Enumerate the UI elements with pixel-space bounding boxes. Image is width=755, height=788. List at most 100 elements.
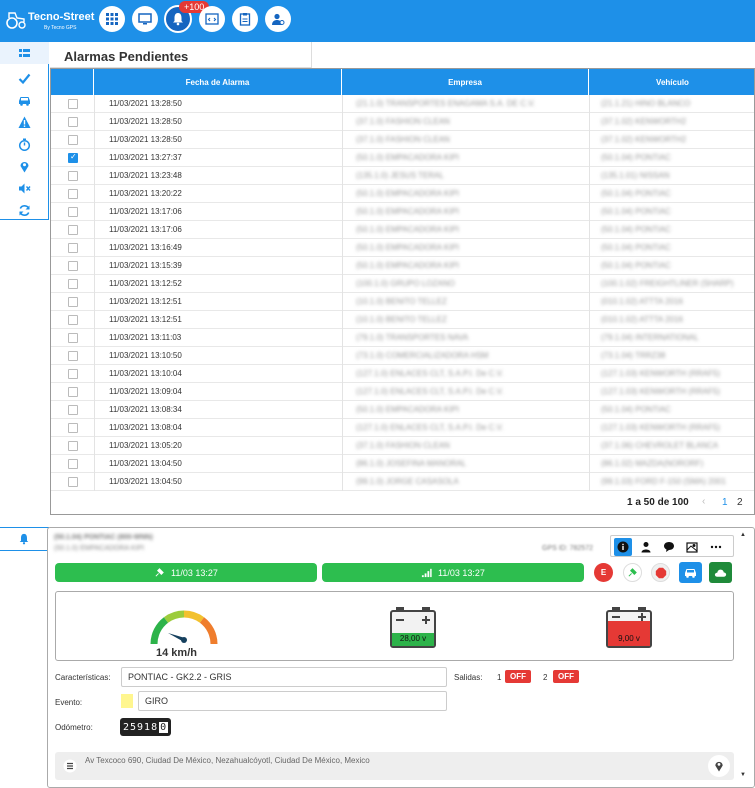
more-options-button[interactable] (707, 538, 725, 556)
table-row[interactable]: 11/03/2021 13:04:50 (86.1.0) JOSEFINA MAN… (51, 455, 754, 473)
vehicle-button[interactable] (679, 562, 702, 583)
row-checkbox[interactable] (68, 477, 78, 487)
table-row[interactable]: 11/03/2021 13:27:37 (50.1.0) EMPACADORA K… (51, 149, 754, 167)
list-view-button[interactable] (0, 42, 49, 64)
refresh-button[interactable] (14, 202, 34, 218)
prev-page-button[interactable]: ‹ (702, 496, 705, 507)
row-checkbox[interactable] (68, 297, 78, 307)
vehiculo-cell: (50.1.04) PONTIAC (601, 243, 671, 252)
driver-button[interactable] (637, 538, 655, 556)
clipboard-button[interactable] (232, 6, 258, 32)
cloud-sync-button[interactable] (709, 562, 732, 583)
table-row[interactable]: 11/03/2021 13:10:04 (127.1.0) ENLACES CLT… (51, 365, 754, 383)
table-row[interactable]: 11/03/2021 13:28:50 (37.1.0) FASHION CLEA… (51, 113, 754, 131)
table-row[interactable]: 11/03/2021 13:05:20 (37.1.0) FASHION CLEA… (51, 437, 754, 455)
app-logo[interactable]: Tecno-Street By Tecno GPS (6, 8, 94, 34)
table-row[interactable]: 11/03/2021 13:10:50 (73.1.0) COMERCIALIZA… (51, 347, 754, 365)
row-checkbox[interactable] (68, 369, 78, 379)
salida-2-toggle[interactable]: OFF (553, 670, 579, 683)
stopwatch-icon (18, 138, 30, 151)
column-header-vehiculo[interactable]: Vehículo (589, 69, 754, 95)
empresa-cell: (50.1.0) EMPACADORA KIPI (356, 243, 459, 252)
row-checkbox[interactable] (68, 171, 78, 181)
user-settings-button[interactable] (265, 6, 291, 32)
map-button[interactable] (683, 538, 701, 556)
detail-scrollbar[interactable]: ▲ ▼ (738, 532, 748, 782)
monitor-button[interactable] (132, 6, 158, 32)
row-checkbox[interactable] (68, 135, 78, 145)
check-icon (18, 73, 30, 84)
table-row[interactable]: 11/03/2021 13:20:22 (50.1.0) EMPACADORA K… (51, 185, 754, 203)
scroll-up-arrow[interactable]: ▲ (740, 532, 746, 538)
table-row[interactable]: 11/03/2021 13:16:49 (50.1.0) EMPACADORA K… (51, 239, 754, 257)
row-checkbox[interactable] (68, 333, 78, 343)
locate-on-map-button[interactable] (708, 755, 730, 777)
row-checkbox[interactable] (68, 387, 78, 397)
table-row[interactable]: 11/03/2021 13:09:04 (127.1.0) ENLACES CLT… (51, 383, 754, 401)
engine-e-icon: E (600, 568, 607, 577)
row-checkbox[interactable] (68, 351, 78, 361)
alarm-date-cell: 11/03/2021 13:04:50 (109, 477, 182, 486)
page-2-button[interactable]: 2 (737, 497, 743, 508)
row-checkbox[interactable] (68, 117, 78, 127)
table-row[interactable]: 11/03/2021 13:11:03 (79.1.0) TRANSPORTES … (51, 329, 754, 347)
empresa-cell: (50.1.0) EMPACADORA KIPI (356, 189, 459, 198)
table-row[interactable]: 11/03/2021 13:08:04 (127.1.0) ENLACES CLT… (51, 419, 754, 437)
table-row[interactable]: 11/03/2021 13:12:51 (10.1.0) BENITO TELLE… (51, 293, 754, 311)
messages-button[interactable] (660, 538, 678, 556)
row-checkbox[interactable] (68, 207, 78, 217)
filter-warning-button[interactable] (14, 114, 34, 130)
engine-status-button[interactable]: E (594, 563, 613, 582)
row-checkbox[interactable] (68, 405, 78, 415)
scroll-down-arrow[interactable]: ▼ (740, 772, 746, 778)
table-row[interactable]: 11/03/2021 13:12:52 (100.1.0) GRUPO LOZAN… (51, 275, 754, 293)
page-1-button[interactable]: 1 (722, 497, 728, 508)
code-window-button[interactable] (199, 6, 225, 32)
row-checkbox[interactable] (68, 459, 78, 469)
table-row[interactable]: 11/03/2021 13:28:50 (37.1.0) FASHION CLEA… (51, 131, 754, 149)
row-checkbox[interactable] (68, 189, 78, 199)
mute-button[interactable] (14, 180, 34, 196)
filter-time-button[interactable] (14, 136, 34, 152)
filter-location-button[interactable] (14, 158, 34, 174)
car-icon (685, 569, 696, 578)
vehiculo-cell: (21.1.21) HINO BLANCO (601, 99, 691, 108)
row-checkbox[interactable] (68, 279, 78, 289)
row-checkbox[interactable] (68, 243, 78, 253)
table-row[interactable]: 11/03/2021 13:04:50 (99.1.0) JORGE CASASO… (51, 473, 754, 491)
battery-backup-voltage: 9,00 v (618, 634, 640, 643)
row-checkbox[interactable] (68, 261, 78, 271)
table-row[interactable]: 11/03/2021 13:12:51 (10.1.0) BENITO TELLE… (51, 311, 754, 329)
evento-label: Evento: (55, 698, 83, 707)
table-row[interactable]: 11/03/2021 13:08:34 (50.1.0) EMPACADORA K… (51, 401, 754, 419)
table-row[interactable]: 11/03/2021 13:17:06 (50.1.0) EMPACADORA K… (51, 221, 754, 239)
table-row[interactable]: 11/03/2021 13:23:48 (135.1.0) JESUS TERAL… (51, 167, 754, 185)
salidas-label: Salidas: (454, 673, 483, 682)
pagination-info: 1 a 50 de 100 (627, 497, 689, 508)
stop-engine-button[interactable] (651, 563, 670, 582)
gps-antenna-button[interactable] (623, 563, 642, 582)
row-checkbox[interactable] (68, 441, 78, 451)
clipboard-icon (239, 13, 251, 26)
row-checkbox[interactable] (68, 152, 78, 163)
alarm-date-cell: 11/03/2021 13:12:51 (109, 297, 182, 306)
alarm-date-cell: 11/03/2021 13:17:06 (109, 225, 182, 234)
filter-attended-button[interactable] (14, 70, 34, 86)
list-icon (19, 48, 30, 57)
filter-vehicle-button[interactable] (14, 92, 34, 108)
vehiculo-cell: (135.1.01) NISSAN (601, 171, 670, 180)
gps-time: 11/03 13:27 (171, 567, 218, 578)
table-row[interactable]: 11/03/2021 13:15:39 (50.1.0) EMPACADORA K… (51, 257, 754, 275)
row-checkbox[interactable] (68, 225, 78, 235)
column-header-fecha[interactable]: Fecha de Alarma (94, 69, 342, 95)
column-header-empresa[interactable]: Empresa (342, 69, 589, 95)
table-row[interactable]: 11/03/2021 13:28:50 (21.1.0) TRANSPORTES … (51, 95, 754, 113)
alarm-detail-tab[interactable] (0, 527, 49, 551)
row-checkbox[interactable] (68, 315, 78, 325)
row-checkbox[interactable] (68, 99, 78, 109)
table-row[interactable]: 11/03/2021 13:17:06 (50.1.0) EMPACADORA K… (51, 203, 754, 221)
salida-1-toggle[interactable]: OFF (505, 670, 531, 683)
row-checkbox[interactable] (68, 423, 78, 433)
apps-grid-button[interactable] (99, 6, 125, 32)
info-button[interactable] (614, 538, 632, 556)
